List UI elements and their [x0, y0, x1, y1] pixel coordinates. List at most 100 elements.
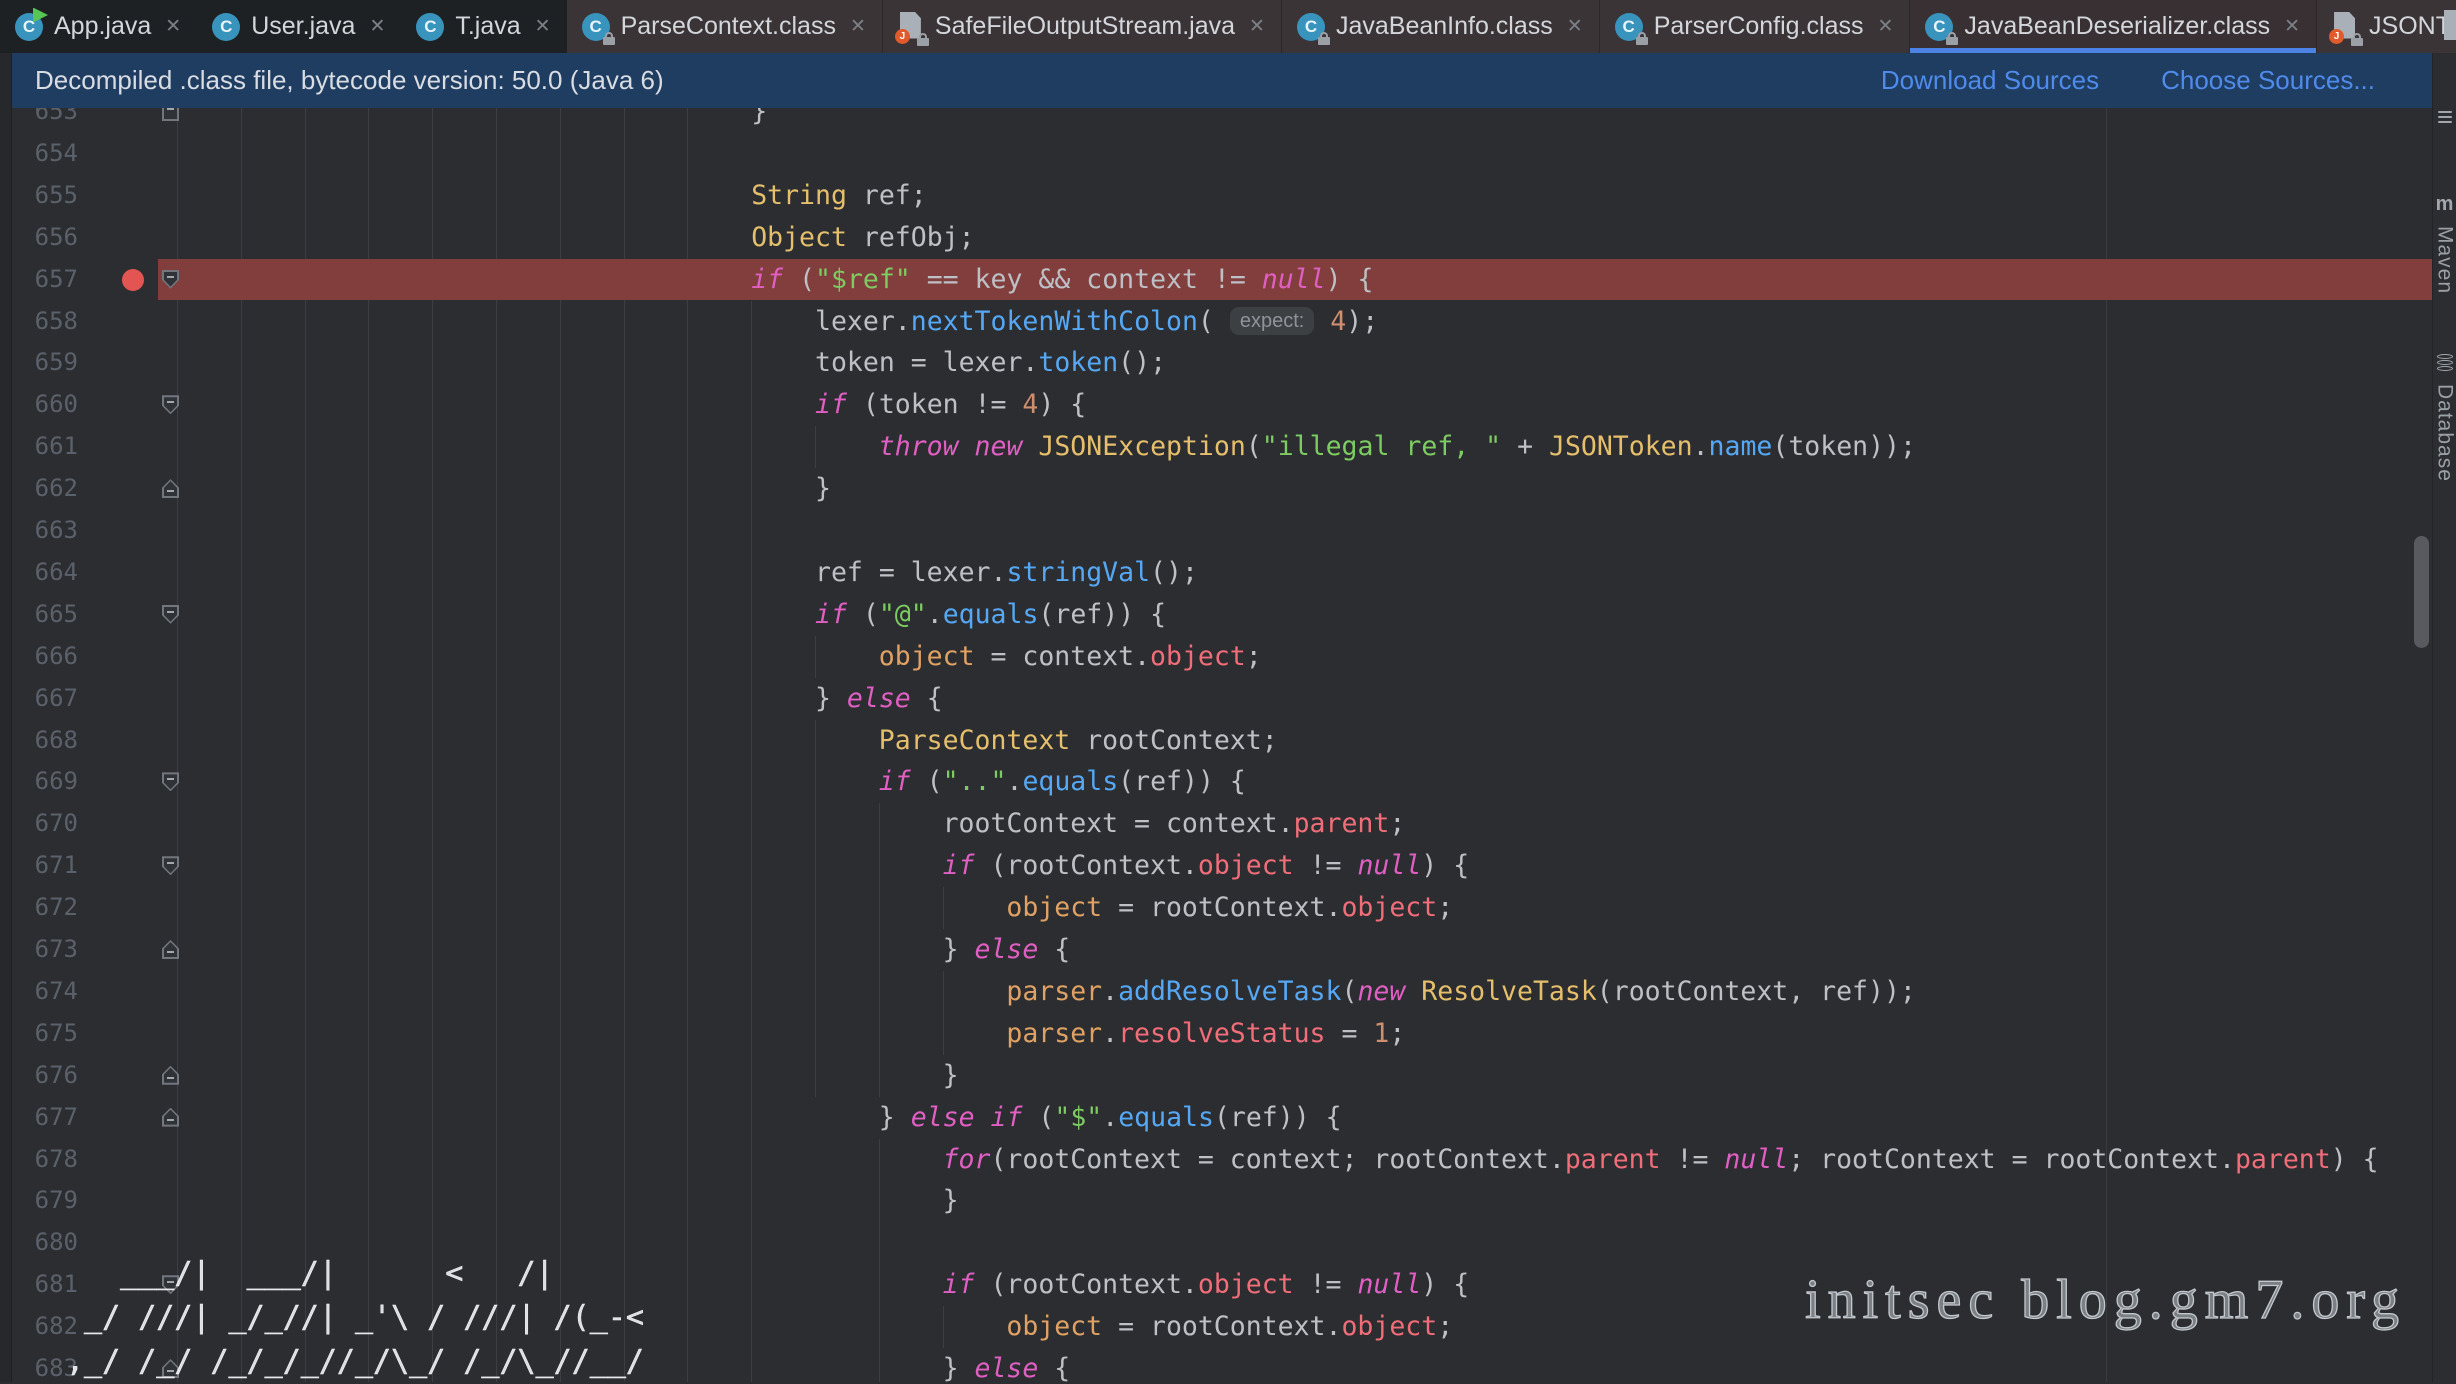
fold-start-icon[interactable] [162, 856, 179, 875]
code-text[interactable]: for(rootContext = context; rootContext.p… [943, 1139, 2379, 1181]
code-row-678[interactable]: 678for(rootContext = context; rootContex… [0, 1139, 2432, 1181]
code-text[interactable]: } [815, 468, 831, 510]
tab-parserconfig-class[interactable]: CParserConfig.class✕ [1600, 0, 1911, 53]
fold-start-icon[interactable] [162, 1275, 179, 1294]
code-editor[interactable]: 653}654655String ref;656Object refObj;65… [0, 108, 2432, 1382]
code-text[interactable]: object = rootContext.object; [1006, 1306, 1453, 1348]
code-text[interactable]: } [943, 1055, 959, 1097]
code-text[interactable]: if ("$ref" == key && context != null) { [751, 259, 1373, 301]
code-text[interactable]: if (token != 4) { [815, 384, 1086, 426]
code-text[interactable]: } [751, 108, 767, 133]
code-row-665[interactable]: 665if ("@".equals(ref)) { [0, 594, 2432, 636]
close-icon[interactable]: ✕ [2284, 15, 2300, 38]
close-icon[interactable]: ✕ [535, 15, 551, 38]
code-row-669[interactable]: 669if ("..".equals(ref)) { [0, 761, 2432, 803]
maven-stripe-label[interactable]: Maven [2433, 226, 2456, 294]
code-text[interactable]: rootContext = context.parent; [943, 803, 1406, 845]
code-row-680[interactable]: 680 [0, 1222, 2432, 1264]
code-text[interactable]: parser.addResolveTask(new ResolveTask(ro… [1006, 971, 1915, 1013]
maven-icon[interactable]: m [2436, 193, 2454, 216]
code-row-674[interactable]: 674parser.addResolveTask(new ResolveTask… [0, 971, 2432, 1013]
code-row-672[interactable]: 672object = rootContext.object; [0, 887, 2432, 929]
code-row-677[interactable]: 677} else if ("$".equals(ref)) { [0, 1097, 2432, 1139]
close-icon[interactable]: ✕ [1567, 15, 1583, 38]
tab-t-java[interactable]: CT.java✕ [401, 0, 566, 53]
code-text[interactable]: object = context.object; [879, 636, 1262, 678]
code-text[interactable]: if (rootContext.object != null) { [943, 845, 1470, 887]
tab-safefileoutputstream-java[interactable]: JSafeFileOutputStream.java✕ [883, 0, 1282, 53]
token-m: equals [1118, 1102, 1214, 1133]
fold-start-icon[interactable] [162, 395, 179, 414]
code-row-676[interactable]: 676} [0, 1055, 2432, 1097]
code-row-682[interactable]: 682object = rootContext.object; [0, 1306, 2432, 1348]
choose-sources-link[interactable]: Choose Sources... [2161, 65, 2375, 96]
code-row-675[interactable]: 675parser.resolveStatus = 1; [0, 1013, 2432, 1055]
code-text[interactable]: throw new JSONException("illegal ref, " … [879, 426, 1916, 468]
database-icon[interactable] [2437, 354, 2453, 372]
code-row-653[interactable]: 653} [0, 108, 2432, 133]
code-text[interactable]: } else { [943, 929, 1071, 971]
code-row-659[interactable]: 659token = lexer.token(); [0, 342, 2432, 384]
code-text[interactable]: Object refObj; [751, 217, 974, 259]
tab-user-java[interactable]: CUser.java✕ [197, 0, 401, 53]
code-row-658[interactable]: 658lexer.nextTokenWithColon( expect: 4); [0, 301, 2432, 343]
code-row-664[interactable]: 664ref = lexer.stringVal(); [0, 552, 2432, 594]
code-text[interactable]: ParseContext rootContext; [879, 720, 1278, 762]
code-text[interactable]: token = lexer.token(); [815, 342, 1166, 384]
code-row-661[interactable]: 661throw new JSONException("illegal ref,… [0, 426, 2432, 468]
code-text[interactable]: object = rootContext.object; [1006, 887, 1453, 929]
token-p: } [943, 1353, 975, 1382]
fold-start-icon[interactable] [162, 605, 179, 624]
code-text[interactable]: } else { [943, 1348, 1071, 1382]
code-row-681[interactable]: 681if (rootContext.object != null) { [0, 1264, 2432, 1306]
code-text[interactable]: if ("..".equals(ref)) { [879, 761, 1246, 803]
code-text[interactable]: String ref; [751, 175, 927, 217]
close-icon[interactable]: ✕ [369, 15, 385, 38]
code-text[interactable]: if (rootContext.object != null) { [943, 1264, 1470, 1306]
code-row-655[interactable]: 655String ref; [0, 175, 2432, 217]
code-row-666[interactable]: 666object = context.object; [0, 636, 2432, 678]
code-row-662[interactable]: 662} [0, 468, 2432, 510]
fold-end-icon[interactable] [162, 1359, 179, 1378]
code-row-668[interactable]: 668ParseContext rootContext; [0, 720, 2432, 762]
tab-javabeandeserializer-class[interactable]: CJavaBeanDeserializer.class✕ [1910, 0, 2317, 53]
close-icon[interactable]: ✕ [1249, 15, 1265, 38]
fold-start-icon[interactable] [162, 270, 179, 289]
notifications-icon[interactable] [2438, 111, 2452, 123]
fold-start-icon[interactable] [162, 772, 179, 791]
code-row-654[interactable]: 654 [0, 133, 2432, 175]
code-text[interactable]: } else if ("$".equals(ref)) { [879, 1097, 1342, 1139]
code-text[interactable]: lexer.nextTokenWithColon( expect: 4); [815, 301, 1378, 343]
code-row-663[interactable]: 663 [0, 510, 2432, 552]
fold-end-icon[interactable] [162, 1066, 179, 1085]
code-text[interactable]: ref = lexer.stringVal(); [815, 552, 1198, 594]
tab-parsecontext-class[interactable]: CParseContext.class✕ [567, 0, 883, 53]
tab-jsontoken-java[interactable]: JJSONToken.java✕ [2317, 0, 2456, 53]
fold-end-icon[interactable] [162, 479, 179, 498]
code-text[interactable]: if ("@".equals(ref)) { [815, 594, 1166, 636]
code-row-667[interactable]: 667} else { [0, 678, 2432, 720]
code-text[interactable]: parser.resolveStatus = 1; [1006, 1013, 1405, 1055]
fold-collapse-icon[interactable] [162, 108, 179, 121]
code-row-660[interactable]: 660if (token != 4) { [0, 384, 2432, 426]
close-icon[interactable]: ✕ [850, 15, 866, 38]
code-row-673[interactable]: 673} else { [0, 929, 2432, 971]
tab-app-java[interactable]: CApp.java✕ [0, 0, 197, 53]
tab-javabeaninfo-class[interactable]: CJavaBeanInfo.class✕ [1282, 0, 1600, 53]
code-row-657[interactable]: 657if ("$ref" == key && context != null)… [0, 259, 2432, 301]
vertical-scrollbar-thumb[interactable] [2414, 536, 2429, 648]
close-icon[interactable]: ✕ [165, 15, 181, 38]
close-icon[interactable]: ✕ [1878, 15, 1894, 38]
database-stripe-label[interactable]: Database [2433, 384, 2456, 482]
fold-end-icon[interactable] [162, 940, 179, 959]
code-row-671[interactable]: 671if (rootContext.object != null) { [0, 845, 2432, 887]
code-text[interactable]: } else { [815, 678, 943, 720]
download-sources-link[interactable]: Download Sources [1881, 65, 2099, 96]
code-row-679[interactable]: 679} [0, 1180, 2432, 1222]
code-row-656[interactable]: 656Object refObj; [0, 217, 2432, 259]
code-row-683[interactable]: 683} else { [0, 1348, 2432, 1382]
breakpoint-dot[interactable] [122, 269, 144, 291]
fold-end-icon[interactable] [162, 1108, 179, 1127]
code-row-670[interactable]: 670rootContext = context.parent; [0, 803, 2432, 845]
code-text[interactable]: } [943, 1180, 959, 1222]
